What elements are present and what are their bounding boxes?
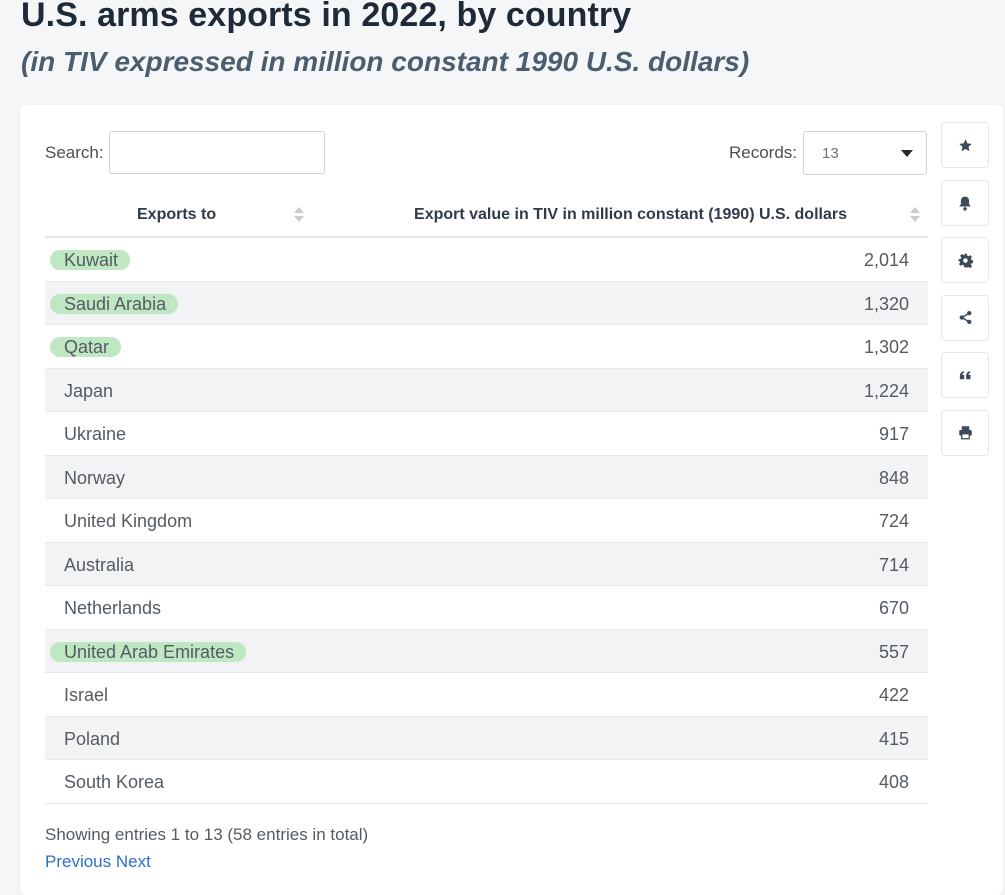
table-row: Kuwait 2,014 [45, 238, 928, 282]
value-cell: 415 [878, 728, 909, 749]
records-select[interactable]: 13 [803, 131, 927, 175]
value-cell: 1,320 [863, 293, 909, 314]
value-cell: 557 [878, 641, 909, 662]
table-row: Saudi Arabia 1,320 [45, 281, 928, 325]
country-cell: Kuwait [64, 250, 119, 270]
previous-page-link[interactable]: Previous [45, 852, 111, 871]
sort-icon[interactable] [910, 207, 920, 225]
country-cell: South Korea [64, 772, 165, 792]
country-cell: Norway [64, 467, 126, 488]
print-icon [958, 426, 972, 440]
favorite-button[interactable] [941, 122, 989, 168]
country-cell: Netherlands [64, 598, 162, 618]
sort-icon[interactable] [294, 207, 304, 225]
quote-icon [959, 370, 970, 379]
page-subtitle: (in TIV expressed in million constant 19… [21, 46, 750, 77]
value-cell: 422 [878, 685, 909, 705]
page-heading: U.S. arms exports in 2022, by country (i… [21, 0, 1001, 80]
column-header-value[interactable]: Export value in TIV in million constant … [414, 206, 847, 224]
entries-info: Showing entries 1 to 13 (58 entries in t… [45, 825, 369, 844]
table-row: Australia 714 [45, 542, 928, 586]
records-label: Records: [729, 143, 798, 162]
column-header-country[interactable]: Exports to [137, 206, 216, 224]
country-cell: United Arab Emirates [64, 641, 235, 662]
value-cell: 1,302 [863, 337, 909, 357]
pagination: Previous Next [45, 852, 151, 872]
country-cell: Israel [64, 685, 109, 705]
share-icon [959, 310, 971, 325]
table-row: United Arab Emirates 557 [45, 629, 928, 673]
value-cell: 670 [878, 598, 909, 618]
data-table: Exports to Export value in TIV in millio… [45, 193, 928, 804]
bell-icon [959, 196, 971, 211]
print-button[interactable] [941, 409, 989, 456]
table-row: Qatar 1,302 [45, 325, 928, 369]
table-row: Norway 848 [45, 455, 928, 499]
value-cell: 714 [878, 554, 909, 575]
value-cell: 848 [878, 467, 909, 488]
records-value: 13 [822, 145, 839, 162]
cite-button[interactable] [941, 352, 989, 398]
caret-down-icon [901, 150, 913, 157]
country-cell: United Kingdom [64, 511, 193, 531]
value-cell: 1,224 [863, 380, 909, 401]
search-input[interactable] [109, 131, 325, 174]
page-title: U.S. arms exports in 2022, by country [21, 0, 632, 34]
country-cell: Qatar [64, 337, 110, 357]
value-cell: 408 [878, 772, 909, 792]
table-row: South Korea 408 [45, 760, 928, 804]
table-row: Japan 1,224 [45, 368, 928, 412]
statistics-table-card: Search: Records: 13 Exports to Export va… [20, 105, 1003, 895]
gear-icon [958, 253, 973, 268]
star-icon [958, 138, 972, 151]
side-toolbar [941, 122, 989, 467]
table-row: Ukraine 917 [45, 412, 928, 456]
country-cell: Poland [64, 728, 121, 749]
table-header: Exports to Export value in TIV in millio… [45, 193, 928, 238]
search-label: Search: [45, 143, 104, 162]
share-button[interactable] [941, 294, 989, 341]
value-cell: 724 [878, 511, 909, 531]
table-row: United Kingdom 724 [45, 499, 928, 543]
country-cell: Australia [64, 554, 135, 575]
table-row: Israel 422 [45, 673, 928, 717]
country-cell: Japan [64, 380, 114, 401]
next-page-link[interactable]: Next [116, 852, 151, 871]
table-row: Netherlands 670 [45, 586, 928, 630]
table-row: Poland 415 [45, 716, 928, 760]
value-cell: 2,014 [863, 250, 909, 270]
country-cell: Saudi Arabia [64, 293, 167, 314]
settings-button[interactable] [941, 237, 989, 283]
notification-button[interactable] [941, 179, 989, 226]
country-cell: Ukraine [64, 424, 127, 444]
table-body: Kuwait 2,014 Saudi Arabia 1,320 Qatar 1,302 Ja… [45, 238, 928, 804]
value-cell: 917 [878, 424, 909, 444]
